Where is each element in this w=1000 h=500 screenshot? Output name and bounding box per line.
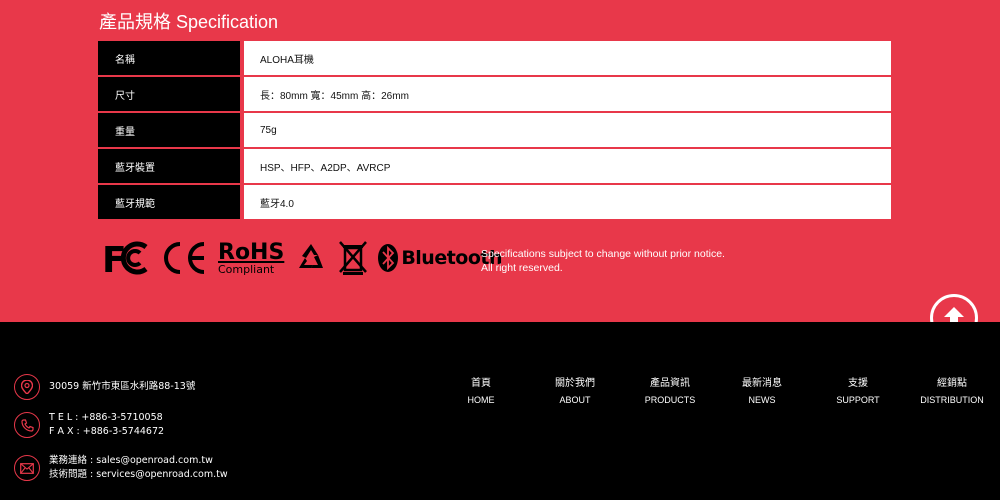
tel-text[interactable]: T E L : +886-3-5710058 bbox=[49, 411, 164, 425]
notice-line-1: Specifications subject to change without… bbox=[481, 248, 725, 260]
contact-address: 30059 新竹市東區水利路88-13號 bbox=[14, 374, 195, 400]
nav-item-products[interactable]: 產品資訊 PRODUCTS bbox=[630, 374, 710, 405]
notice-text: Specifications subject to change without… bbox=[481, 247, 725, 275]
nav-label-en: PRODUCTS bbox=[644, 395, 696, 405]
weee-bin-icon bbox=[338, 240, 368, 276]
spec-row: 名稱 ALOHA耳機 bbox=[98, 41, 891, 75]
spec-label: 藍牙裝置 bbox=[98, 149, 240, 183]
support-email-link[interactable]: 技術問題 : services@openroad.com.tw bbox=[49, 468, 228, 482]
rohs-compliant-text: Compliant bbox=[218, 262, 275, 276]
nav-item-about[interactable]: 關於我們 ABOUT bbox=[535, 374, 615, 405]
nav-label-zh: 最新消息 bbox=[742, 378, 782, 389]
spec-row: 藍牙規範 藍牙4.0 bbox=[98, 185, 891, 219]
spec-table: 名稱 ALOHA耳機 尺寸 長：80mm 寬：45mm 高：26mm 重量 75… bbox=[98, 41, 891, 221]
spec-row: 尺寸 長：80mm 寬：45mm 高：26mm bbox=[98, 77, 891, 111]
fax-text: F A X : +886-3-5744672 bbox=[49, 426, 165, 437]
phone-icon bbox=[14, 412, 40, 438]
spec-value: ALOHA耳機 bbox=[244, 41, 891, 75]
nav-label-en: DISTRIBUTION bbox=[920, 395, 984, 405]
nav-item-home[interactable]: 首頁 HOME bbox=[441, 374, 521, 405]
notice-line-2: All right reserved. bbox=[481, 262, 563, 274]
nav-label-zh: 經銷點 bbox=[937, 378, 967, 389]
fcc-logo: F bbox=[102, 239, 148, 277]
certification-logos: F RoHS Compliant Bluetooth bbox=[102, 236, 512, 280]
spec-row: 重量 75g bbox=[98, 113, 891, 147]
mail-icon bbox=[14, 455, 40, 481]
spec-section: 產品規格 Specification 名稱 ALOHA耳機 尺寸 長：80mm … bbox=[0, 0, 1000, 322]
spec-title: 產品規格 Specification bbox=[99, 12, 279, 32]
spec-value: 長：80mm 寬：45mm 高：26mm bbox=[244, 77, 891, 111]
contact-email: 業務連絡 : sales@openroad.com.tw 技術問題 : serv… bbox=[14, 454, 228, 482]
nav-label-zh: 關於我們 bbox=[555, 378, 595, 389]
nav-label-zh: 產品資訊 bbox=[650, 378, 690, 389]
nav-label-en: HOME bbox=[467, 395, 495, 405]
address-text: 30059 新竹市東區水利路88-13號 bbox=[49, 381, 196, 392]
spec-label: 藍牙規範 bbox=[98, 185, 240, 219]
nav-item-news[interactable]: 最新消息 NEWS bbox=[722, 374, 802, 405]
ce-logo bbox=[158, 240, 208, 276]
nav-item-support[interactable]: 支援 SUPPORT bbox=[818, 374, 898, 405]
sales-email-link[interactable]: 業務連絡 : sales@openroad.com.tw bbox=[49, 454, 228, 468]
nav-label-zh: 首頁 bbox=[471, 378, 491, 389]
recycle-icon bbox=[294, 241, 328, 275]
spec-label: 名稱 bbox=[98, 41, 240, 75]
spec-value: HSP、HFP、A2DP、AVRCP bbox=[244, 149, 891, 183]
spec-label: 重量 bbox=[98, 113, 240, 147]
nav-label-en: NEWS bbox=[748, 395, 776, 405]
location-pin-icon bbox=[14, 374, 40, 400]
nav-label-en: ABOUT bbox=[559, 395, 591, 405]
spec-value: 75g bbox=[244, 113, 891, 147]
spec-label: 尺寸 bbox=[98, 77, 240, 111]
spec-row: 藍牙裝置 HSP、HFP、A2DP、AVRCP bbox=[98, 149, 891, 183]
nav-label-en: SUPPORT bbox=[836, 395, 880, 405]
rohs-text: RoHS bbox=[218, 239, 285, 265]
footer: 30059 新竹市東區水利路88-13號 T E L : +886-3-5710… bbox=[0, 322, 1000, 500]
nav-label-zh: 支援 bbox=[848, 378, 868, 389]
rohs-logo: RoHS Compliant bbox=[218, 239, 285, 276]
spec-value: 藍牙4.0 bbox=[244, 185, 891, 219]
nav-item-distribution[interactable]: 經銷點 DISTRIBUTION bbox=[912, 374, 992, 405]
contact-phone: T E L : +886-3-5710058 F A X : +886-3-57… bbox=[14, 411, 164, 439]
